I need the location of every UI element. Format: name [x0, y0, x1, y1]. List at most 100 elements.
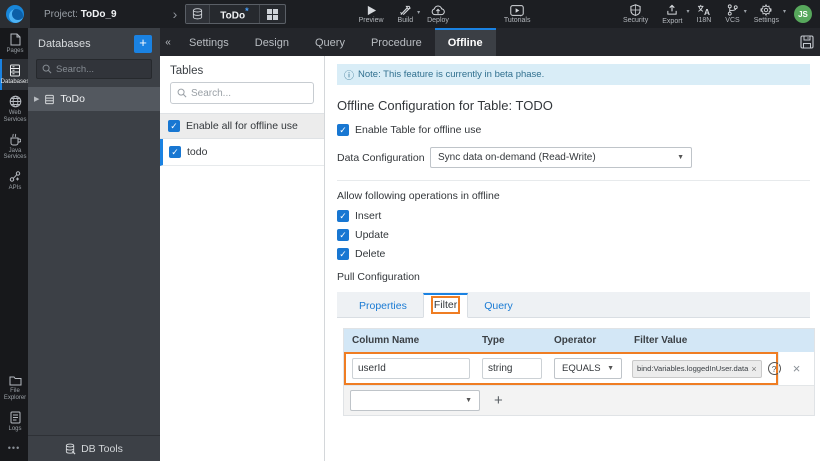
entity-tab-bar: « Settings Design Query Procedure Offlin… — [160, 28, 820, 56]
tab-properties[interactable]: Properties — [343, 295, 423, 317]
annotation-highlight: Filter — [430, 296, 461, 314]
tables-search-input[interactable] — [191, 87, 301, 99]
security-button[interactable]: Security — [623, 4, 648, 24]
pull-configuration-label: Pull Configuration — [337, 271, 420, 283]
databases-search-input[interactable] — [56, 63, 146, 75]
table-row-todo[interactable]: ✓ todo — [160, 139, 324, 166]
enable-all-label: Enable all for offline use — [186, 120, 298, 132]
deploy-button[interactable]: Deploy — [427, 5, 449, 24]
sidebar-item-logs[interactable]: Logs — [0, 406, 28, 437]
tab-procedure[interactable]: Procedure — [358, 28, 435, 56]
operation-delete-row[interactable]: ✓ Delete — [337, 248, 810, 260]
header-filter-value: Filter Value — [634, 335, 688, 346]
tab-offline[interactable]: Offline — [434, 28, 496, 56]
db-tools-button[interactable]: DB Tools — [28, 435, 160, 461]
tab-settings[interactable]: Settings — [176, 28, 242, 56]
filter-table-add-row: ▼ + — [344, 385, 814, 415]
modified-marker: * — [245, 6, 249, 17]
operator-select[interactable]: EQUALS ▼ — [554, 358, 622, 379]
enable-table-offline-row[interactable]: ✓ Enable Table for offline use — [337, 124, 810, 136]
databases-search[interactable] — [36, 59, 152, 79]
db-tools-icon — [65, 443, 76, 454]
tutorials-button[interactable]: Tutorials — [504, 4, 531, 24]
type-input[interactable] — [482, 358, 542, 379]
left-nav-rail: Pages Databases Web Services Java Servic… — [0, 28, 29, 461]
svg-text:A: A — [704, 7, 710, 16]
play-icon — [367, 5, 376, 15]
sidebar-item-java-services[interactable]: Java Services — [0, 128, 28, 166]
tab-design[interactable]: Design — [242, 28, 302, 56]
bind-expression-text: bind:Variables.loggedInUser.data — [637, 364, 749, 373]
database-icon — [45, 94, 55, 104]
log-file-icon — [10, 411, 20, 424]
database-name: ToDo — [60, 93, 85, 105]
tables-search[interactable] — [170, 82, 314, 104]
folder-icon — [9, 376, 21, 386]
tab-filter[interactable]: Filter — [422, 293, 469, 318]
expand-arrow-icon[interactable]: ▶ — [34, 95, 39, 103]
databases-panel: Databases + ▶ ToDo DB Tools — [28, 28, 160, 461]
operation-update-row[interactable]: ✓ Update — [337, 229, 810, 241]
user-avatar[interactable]: JS — [794, 5, 812, 23]
grid-view-icon[interactable] — [258, 5, 285, 23]
more-options-icon[interactable]: ••• — [0, 437, 28, 461]
translate-icon: A — [698, 4, 710, 16]
checkbox-checked[interactable]: ✓ — [337, 124, 349, 136]
checkbox-checked[interactable]: ✓ — [168, 120, 180, 132]
dropdown-caret-icon: ▼ — [465, 397, 472, 404]
delete-row-button[interactable]: × — [778, 352, 814, 385]
vcs-button[interactable]: ▾ VCS — [725, 4, 747, 24]
database-tree-item-todo[interactable]: ▶ ToDo — [28, 87, 160, 111]
sidebar-item-pages[interactable]: Pages — [0, 28, 28, 59]
caret-down-icon: ▾ — [743, 9, 747, 15]
video-icon — [510, 4, 524, 16]
globe-icon — [9, 95, 21, 108]
checkbox-checked[interactable]: ✓ — [169, 146, 181, 158]
remove-binding-icon[interactable]: × — [751, 364, 756, 374]
build-tools-icon — [399, 5, 411, 15]
settings-button[interactable]: ▾ Settings — [754, 4, 786, 24]
cloud-upload-icon — [431, 5, 445, 15]
search-icon — [42, 64, 52, 74]
build-button[interactable]: ▾ Build — [398, 5, 420, 24]
export-arrow-icon — [667, 4, 678, 15]
tables-panel-title: Tables — [170, 65, 204, 77]
wavemaker-logo[interactable] — [0, 0, 30, 28]
entity-selector[interactable]: ToDo* — [185, 4, 286, 24]
filter-table: Column Name Type Operator Filter Value u… — [343, 328, 815, 416]
info-icon: ⓘ — [344, 71, 354, 82]
header-actions — [774, 329, 812, 352]
header-column-name: Column Name — [352, 335, 420, 346]
databases-panel-title: Databases — [38, 38, 91, 50]
checkbox-checked[interactable]: ✓ — [337, 248, 349, 260]
logo-icon — [6, 5, 24, 23]
new-column-select[interactable]: ▼ — [350, 390, 480, 411]
preview-button[interactable]: Preview — [359, 5, 384, 24]
table-name: todo — [187, 146, 208, 158]
column-name-input[interactable] — [352, 358, 470, 379]
tab-query-pull[interactable]: Query — [468, 295, 529, 317]
sidebar-item-file-explorer[interactable]: File Explorer — [0, 370, 28, 406]
filter-table-header: Column Name Type Operator Filter Value — [344, 329, 814, 352]
bind-expression-chip[interactable]: bind:Variables.loggedInUser.data × — [632, 359, 762, 378]
tab-query[interactable]: Query — [302, 28, 358, 56]
collapse-panel-icon[interactable]: « — [160, 28, 176, 56]
export-button[interactable]: ▾ Export — [662, 4, 690, 25]
sidebar-item-databases[interactable]: Databases — [0, 58, 29, 90]
filter-table-row: EQUALS ▼ bind:Variables.loggedInUser.dat… — [344, 352, 814, 385]
add-filter-row-button[interactable]: + — [494, 392, 503, 409]
beta-note-banner: ⓘ Note: This feature is currently in bet… — [337, 64, 810, 85]
header-operator: Operator — [554, 335, 597, 346]
enable-all-offline-row[interactable]: ✓ Enable all for offline use — [160, 113, 324, 139]
operations-label: Allow following operations in offline — [337, 190, 500, 202]
i18n-button[interactable]: A I18N — [697, 4, 711, 24]
sidebar-item-apis[interactable]: APIs — [0, 165, 28, 196]
save-button[interactable] — [794, 28, 820, 56]
add-database-button[interactable]: + — [134, 35, 152, 53]
checkbox-checked[interactable]: ✓ — [337, 229, 349, 241]
operation-insert-row[interactable]: ✓ Insert — [337, 210, 810, 222]
sidebar-item-web-services[interactable]: Web Services — [0, 90, 28, 128]
checkbox-checked[interactable]: ✓ — [337, 210, 349, 222]
data-configuration-select[interactable]: Sync data on-demand (Read-Write) ▼ — [430, 147, 692, 168]
enable-table-label: Enable Table for offline use — [355, 124, 482, 136]
